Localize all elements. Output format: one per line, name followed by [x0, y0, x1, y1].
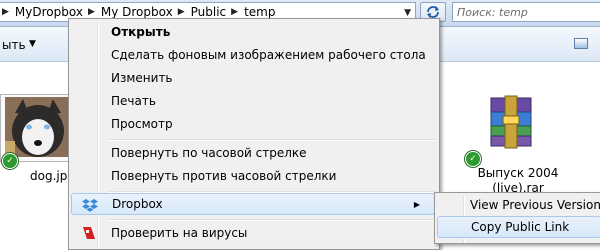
breadcrumb-arrow-icon[interactable]: ▶: [86, 7, 98, 17]
menu-item-label: Сделать фоновым изображением рабочего ст…: [111, 48, 426, 62]
menu-item-label: Открыть: [111, 25, 171, 39]
menu-item-rotate-clockwise[interactable]: Повернуть по часовой стрелке: [71, 142, 435, 164]
menu-item-dropbox[interactable]: Dropbox ▶: [71, 193, 435, 215]
menu-item-view-previous-versions[interactable]: View Previous Versions...: [437, 194, 600, 216]
menu-item-scan-virus[interactable]: Проверить на вирусы: [71, 222, 435, 244]
menu-item-set-wallpaper[interactable]: Сделать фоновым изображением рабочего ст…: [71, 44, 435, 66]
menu-separator: [109, 139, 435, 141]
menu-separator: [109, 219, 435, 221]
chevron-down-icon[interactable]: ▼: [404, 8, 411, 18]
menu-item-open[interactable]: Открыть: [71, 21, 435, 43]
chevron-down-icon[interactable]: ▼: [29, 39, 36, 49]
search-input[interactable]: [455, 4, 579, 20]
breadcrumb-arrow-icon[interactable]: ▶: [176, 7, 188, 17]
menu-item-edit[interactable]: Изменить: [71, 67, 435, 89]
menu-item-label: Повернуть по часовой стрелке: [111, 146, 307, 160]
menu-item-label: Повернуть против часовой стрелки: [111, 169, 337, 183]
menu-item-preview[interactable]: Просмотр: [71, 113, 435, 135]
menu-item-print[interactable]: Печать: [71, 90, 435, 112]
menu-item-label: Dropbox: [112, 197, 163, 211]
context-menu: Открыть Сделать фоновым изображением раб…: [68, 18, 440, 250]
submenu-arrow-icon: ▶: [413, 199, 420, 209]
menu-item-label: Copy Public Link: [471, 220, 570, 234]
menu-item-label: Проверить на вирусы: [111, 226, 248, 240]
dropbox-icon: [82, 199, 98, 212]
sync-check-icon: ✓: [465, 151, 481, 167]
antivirus-icon: [83, 227, 95, 239]
breadcrumb-arrow-icon[interactable]: ▶: [0, 7, 12, 17]
breadcrumb-arrow-icon[interactable]: ▶: [229, 7, 241, 17]
menu-item-label: View Previous Versions...: [470, 198, 600, 212]
view-options-icon[interactable]: [574, 38, 588, 49]
menu-item-rotate-counterclockwise[interactable]: Повернуть против часовой стрелки: [71, 165, 435, 187]
sync-check-icon: ✓: [2, 153, 18, 169]
dog-thumbnail-image: [5, 97, 71, 157]
dropbox-submenu: View Previous Versions... Copy Public Li…: [434, 192, 600, 244]
menu-item-copy-public-link[interactable]: Copy Public Link: [437, 216, 600, 238]
menu-item-label: Просмотр: [111, 117, 173, 131]
menu-item-label: Печать: [111, 94, 156, 108]
search-box[interactable]: [452, 2, 600, 22]
winrar-archive-icon[interactable]: [483, 92, 539, 152]
open-button[interactable]: ыть: [2, 38, 26, 52]
menu-item-label: Изменить: [111, 71, 173, 85]
refresh-icon: [427, 6, 439, 18]
